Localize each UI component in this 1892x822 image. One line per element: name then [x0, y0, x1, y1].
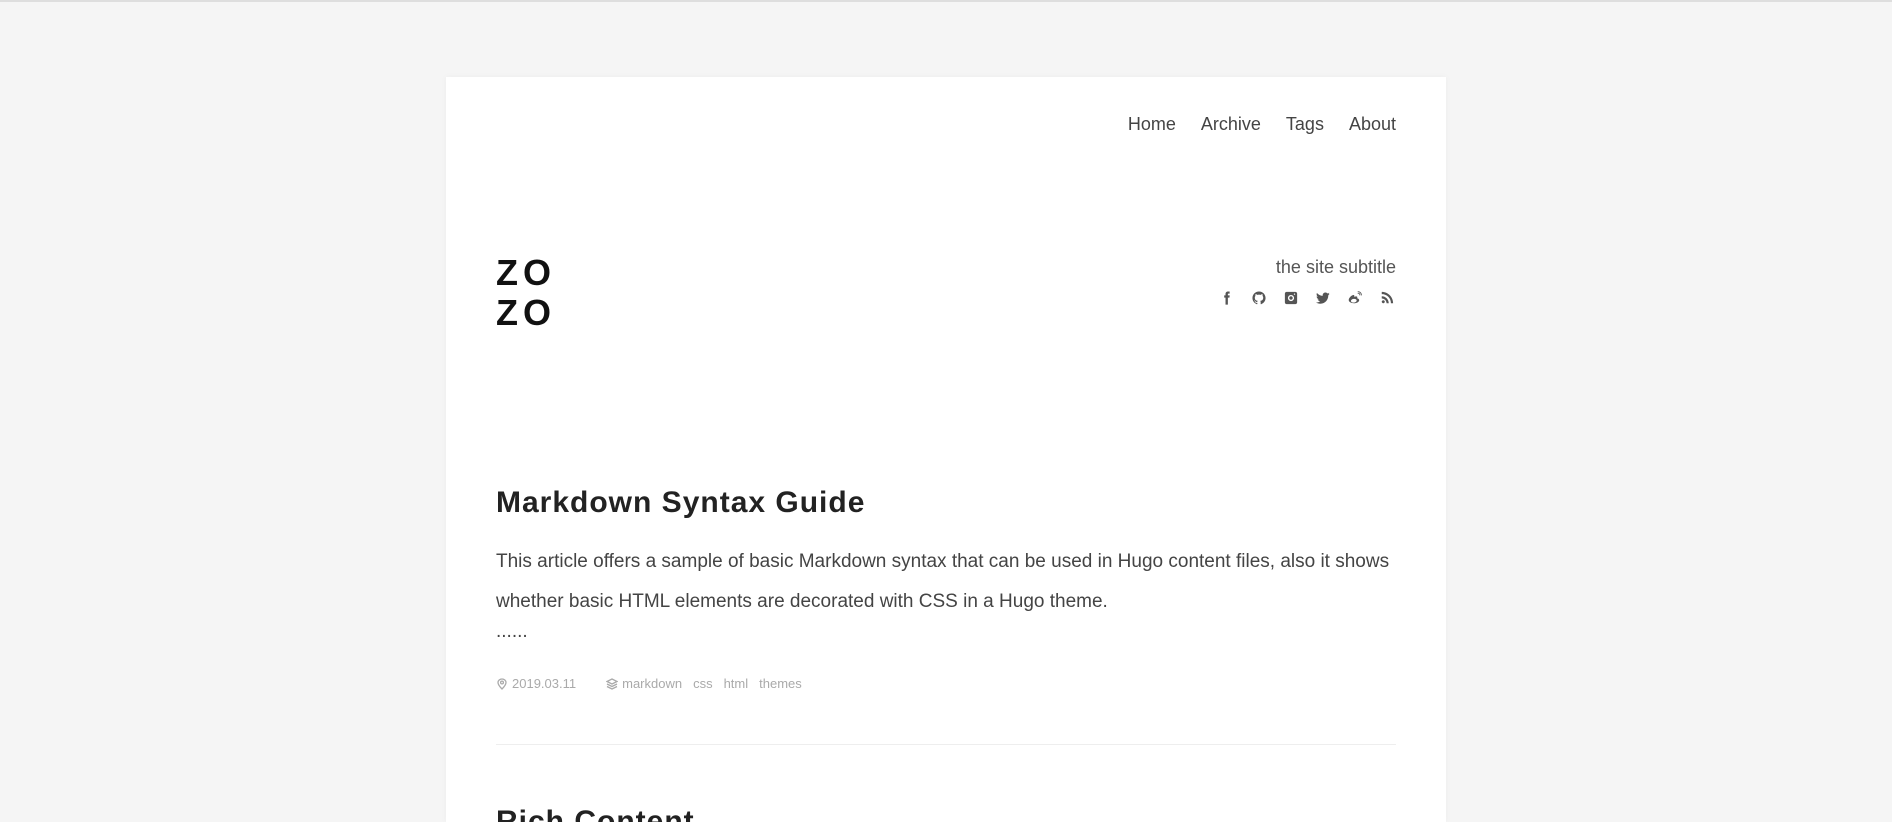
post-title[interactable]: Rich Content	[496, 805, 1396, 822]
instagram-icon[interactable]	[1282, 289, 1300, 307]
top-border	[0, 0, 1892, 2]
tag-link-css[interactable]: css	[693, 676, 713, 691]
nav-tags[interactable]: Tags	[1286, 114, 1324, 135]
nav-home[interactable]: Home	[1128, 114, 1176, 135]
post-summary: This article offers a sample of basic Ma…	[496, 551, 1390, 612]
post-meta: 2019.03.11 markdown css html themes	[496, 676, 1396, 691]
post-title[interactable]: Markdown Syntax Guide	[496, 486, 1396, 520]
post-date: 2019.03.11	[496, 676, 576, 691]
rss-icon[interactable]	[1378, 289, 1396, 307]
layers-icon	[606, 677, 619, 690]
main-container: Home Archive Tags About ZO ZO the site s…	[446, 77, 1446, 822]
location-pin-icon	[497, 677, 507, 690]
github-icon[interactable]	[1250, 289, 1268, 307]
tag-link-html[interactable]: html	[724, 676, 749, 691]
post-tags: markdown css html themes	[606, 676, 802, 691]
tag-link-themes[interactable]: themes	[759, 676, 802, 691]
site-logo[interactable]: ZO ZO	[496, 253, 556, 333]
social-links	[1218, 289, 1396, 307]
twitter-icon[interactable]	[1314, 289, 1332, 307]
post-item: Rich Content	[496, 805, 1396, 822]
facebook-icon[interactable]	[1218, 289, 1236, 307]
main-nav: Home Archive Tags About	[1128, 114, 1396, 135]
weibo-icon[interactable]	[1346, 289, 1364, 307]
logo-line-2: ZO	[496, 292, 556, 333]
logo-line-1: ZO	[496, 252, 556, 293]
post-item: Markdown Syntax Guide This article offer…	[496, 486, 1396, 691]
post-divider	[496, 744, 1396, 745]
nav-archive[interactable]: Archive	[1201, 114, 1261, 135]
read-more-link[interactable]: ......	[496, 622, 1396, 642]
post-date-text: 2019.03.11	[512, 676, 577, 691]
site-subtitle: the site subtitle	[1275, 257, 1396, 277]
nav-about[interactable]: About	[1349, 114, 1396, 135]
tag-link-markdown[interactable]: markdown	[622, 676, 682, 691]
